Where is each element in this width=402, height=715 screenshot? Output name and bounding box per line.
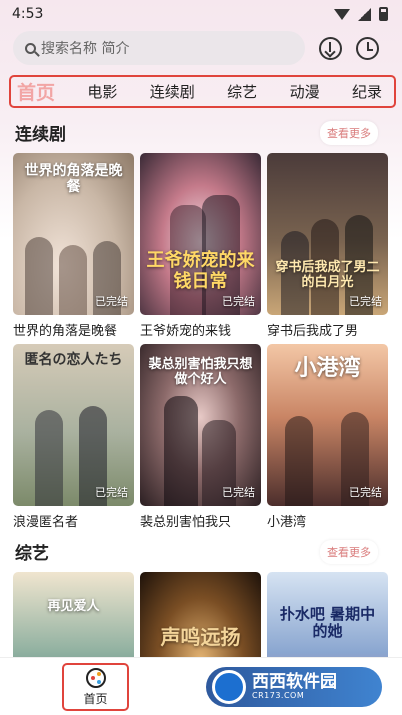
tab-series[interactable]: 连续剧 (150, 81, 195, 102)
series-grid: 世界的角落是晚餐 已完结 世界的角落是晚餐 王爷娇宠的来钱日常 已完结 王爷娇宠… (0, 153, 402, 338)
variety-section-header: 综艺 查看更多 (0, 539, 402, 564)
series-card[interactable]: 王爷娇宠的来钱日常 已完结 王爷娇宠的来钱 (140, 153, 261, 338)
tab-documentary[interactable]: 纪录 (352, 81, 382, 102)
watermark-title: 西西软件园 (252, 671, 337, 692)
poster-title: 匿名の恋人たち (24, 352, 123, 368)
poster-title: 王爷娇宠的来钱日常 (146, 250, 255, 292)
poster-image: 小港湾 已完结 (267, 344, 388, 506)
series-card[interactable]: 匿名の恋人たち 已完结 浪漫匿名者 (13, 344, 134, 529)
poster-image: 穿书后我成了男二的白月光 已完结 (267, 153, 388, 315)
series-card[interactable]: 小港湾 已完结 小港湾 (267, 344, 388, 529)
poster-image: 世界的角落是晚餐 已完结 (13, 153, 134, 315)
history-icon[interactable] (356, 36, 379, 60)
status-badge: 已完结 (349, 486, 382, 499)
search-row: 搜索名称 简介 (0, 28, 402, 65)
status-badge: 已完结 (95, 486, 128, 499)
battery-icon (379, 7, 388, 21)
poster-title: 小港湾 (294, 355, 361, 381)
series-card[interactable]: 世界的角落是晚餐 已完结 世界的角落是晚餐 (13, 153, 134, 338)
poster-image: 王爷娇宠的来钱日常 已完结 (140, 153, 261, 315)
nav-home-label: 首页 (83, 691, 108, 706)
status-bar: 4:53 (0, 0, 402, 28)
category-tabs: 首页 电影 连续剧 综艺 动漫 纪录 (9, 75, 396, 108)
bottom-nav: 首页 西西软件园 CR173.COM (0, 657, 402, 715)
card-title: 小港湾 (267, 515, 307, 529)
download-icon[interactable] (319, 36, 342, 60)
status-time: 4:53 (12, 6, 44, 22)
card-title: 浪漫匿名者 (13, 515, 79, 529)
card-title: 裴总别害怕我只 (140, 515, 232, 529)
status-icons (334, 7, 388, 21)
poster-title: 声鸣远扬 (160, 625, 241, 649)
section-title: 综艺 (15, 544, 49, 564)
poster-title: 扑水吧 暑期中的她 (279, 605, 376, 641)
poster-title: 再见爱人 (47, 599, 100, 614)
status-badge: 已完结 (222, 295, 255, 308)
home-icon (85, 667, 106, 688)
series-card[interactable]: 穿书后我成了男二的白月光 已完结 穿书后我成了男 (267, 153, 388, 338)
watermark-logo (212, 670, 246, 704)
status-badge: 已完结 (349, 295, 382, 308)
view-more-button[interactable]: 查看更多 (320, 120, 378, 145)
tab-anime[interactable]: 动漫 (290, 81, 320, 102)
view-more-button[interactable]: 查看更多 (320, 539, 378, 564)
search-input[interactable]: 搜索名称 简介 (13, 31, 305, 65)
search-placeholder: 搜索名称 简介 (41, 41, 130, 57)
poster-title: 穿书后我成了男二的白月光 (275, 260, 380, 290)
nav-home[interactable]: 首页 (62, 663, 129, 711)
tab-variety[interactable]: 综艺 (227, 81, 257, 102)
search-icon (25, 42, 36, 54)
tab-movies[interactable]: 电影 (87, 81, 117, 102)
section-title: 连续剧 (15, 125, 66, 145)
status-badge: 已完结 (222, 486, 255, 499)
card-title: 穿书后我成了男 (267, 324, 359, 338)
signal-icon (358, 7, 371, 21)
card-title: 王爷娇宠的来钱 (140, 324, 232, 338)
poster-title: 世界的角落是晚餐 (24, 163, 123, 196)
series-card[interactable]: 裴总别害怕我只想做个好人 已完结 裴总别害怕我只 (140, 344, 261, 529)
status-badge: 已完结 (95, 295, 128, 308)
watermark: 西西软件园 CR173.COM (206, 667, 382, 707)
card-title: 世界的角落是晚餐 (13, 324, 118, 338)
series-section-header: 连续剧 查看更多 (0, 120, 402, 145)
series-grid-row2: 匿名の恋人たち 已完结 浪漫匿名者 裴总别害怕我只想做个好人 已完结 裴总别害怕… (0, 344, 402, 529)
poster-image: 裴总别害怕我只想做个好人 已完结 (140, 344, 261, 506)
tab-home[interactable]: 首页 (17, 78, 55, 105)
poster-image: 匿名の恋人たち 已完结 (13, 344, 134, 506)
watermark-url: CR173.COM (252, 690, 305, 700)
poster-title: 裴总别害怕我只想做个好人 (148, 357, 253, 387)
wifi-icon (334, 8, 350, 20)
